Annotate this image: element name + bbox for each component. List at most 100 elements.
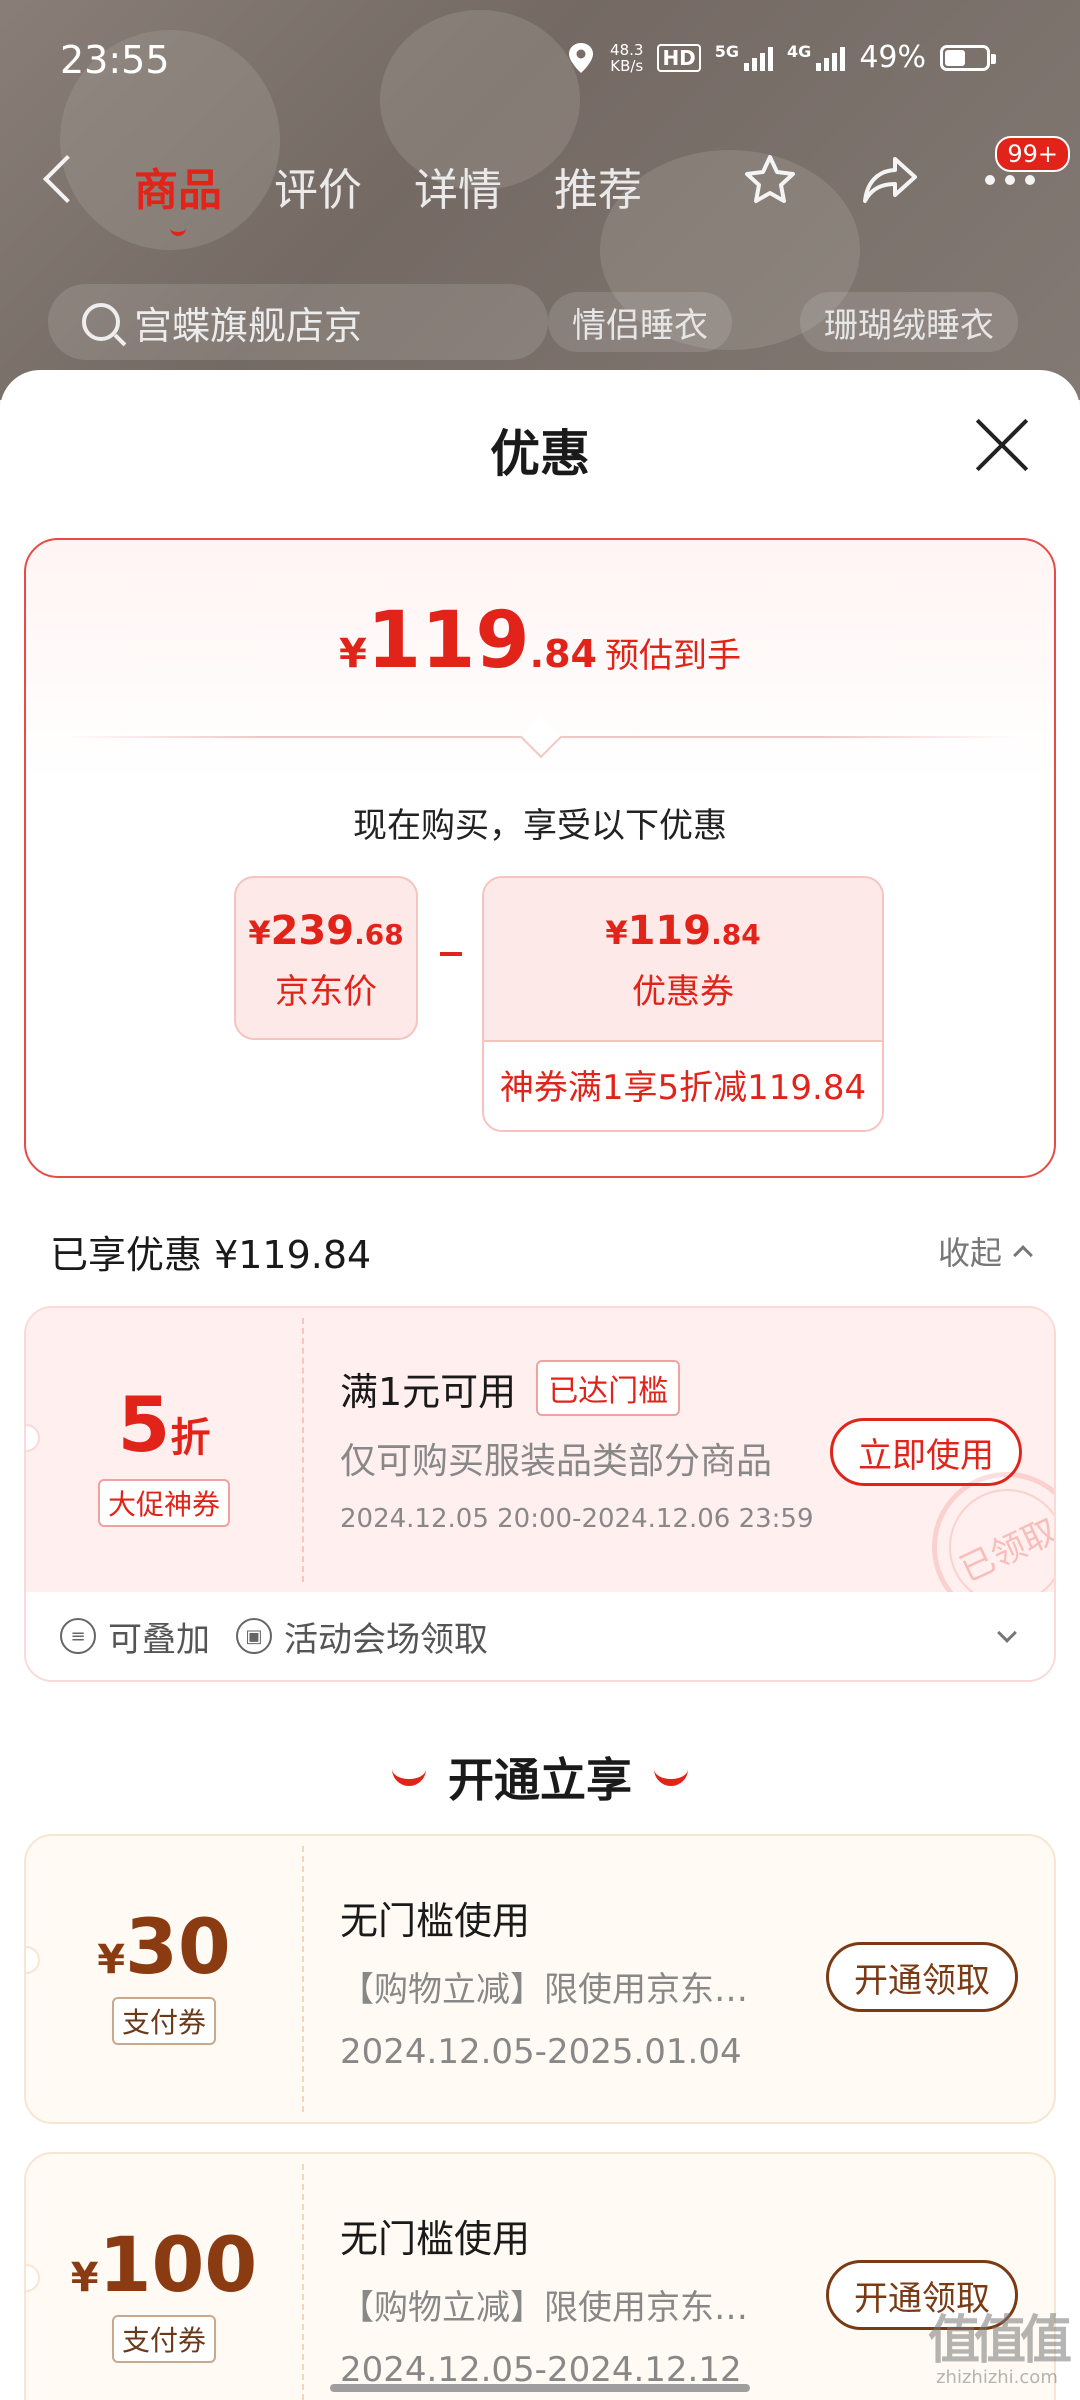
minus-sign: [440, 952, 462, 956]
section-heading: 开通立享: [0, 1744, 1080, 1810]
enjoyed-row: 已享优惠 ¥119.84 收起: [50, 1224, 1033, 1284]
signal-5g-icon: 5G: [714, 41, 774, 71]
tab-product[interactable]: 商品: [134, 154, 222, 236]
coupon-footer: ≡ 可叠加 ▣ 活动会场领取: [26, 1592, 1054, 1680]
signal-4g-label: 4G: [787, 41, 812, 61]
watermark: 值值值 zhizhizhi.com: [927, 2298, 1072, 2388]
stackable-info: ≡ 可叠加: [60, 1612, 210, 1661]
star-icon[interactable]: [740, 150, 800, 210]
stack-icon: ≡: [60, 1618, 96, 1654]
coupon-price: ¥119.84: [484, 878, 882, 954]
coupon-amount-yen: ¥: [97, 1937, 126, 1983]
search-chip[interactable]: 情侣睡衣: [548, 292, 732, 352]
coupon-price-detail: 神券满1享5折减119.84: [499, 1068, 867, 1108]
smile-left-icon: [392, 1768, 426, 1786]
coupon-type-tag: 支付券: [111, 1997, 216, 2045]
coupon-type-tag: 大促神券: [97, 1479, 230, 1527]
coupon-price-top: ¥119.84 优惠券: [484, 878, 882, 1042]
back-arrow-icon[interactable]: [42, 154, 92, 204]
coupon-amount: ¥100: [26, 2220, 302, 2309]
network-speed: 48.3 KB/s: [610, 42, 643, 74]
jd-price-int: 239: [270, 908, 355, 954]
threshold-badge: 已达门槛: [536, 1360, 681, 1416]
network-speed-unit: KB/s: [610, 56, 644, 75]
search-input[interactable]: 宫蝶旗舰店京: [48, 284, 548, 360]
jd-price: ¥239.68: [236, 878, 416, 954]
estimated-price: ¥119.84 预估到手: [26, 596, 1054, 686]
coupon-amount-value: 100: [98, 2220, 258, 2309]
close-icon[interactable]: [974, 416, 1030, 472]
venue-label: 活动会场领取: [284, 1619, 488, 1660]
coupon-validity: 2024.12.05-2025.01.04: [340, 2032, 742, 2072]
watermark-logo: 值值值: [927, 2311, 1072, 2371]
coupon-title: 满1元可用: [340, 1369, 517, 1414]
home-indicator[interactable]: [330, 2384, 750, 2392]
tab-recommend[interactable]: 推荐: [554, 154, 642, 218]
coupon-description: 仅可购买服装品类部分商品: [340, 1441, 773, 1482]
collapse-label: 收起: [937, 1234, 1002, 1272]
coupon-title-row: 满1元可用 已达门槛: [340, 1360, 681, 1416]
ticket-icon: ▣: [236, 1618, 272, 1654]
coupon-description: 【购物立减】限使用京东…: [340, 2288, 748, 2328]
coupon-title: 无门槛使用: [340, 2217, 531, 2261]
coupon-separator: [302, 2164, 304, 2400]
coupon-description: 【购物立减】限使用京东…: [340, 1970, 748, 2010]
tab-reviews[interactable]: 评价: [274, 154, 362, 218]
coupon-amount: ¥30: [26, 1902, 302, 1991]
product-tabs: 商品 评价 详情 推荐: [134, 154, 642, 236]
coupon-main: ¥30 支付券 无门槛使用 【购物立减】限使用京东… 2024.12.05-20…: [26, 1836, 1054, 2122]
search-chip[interactable]: 珊瑚绒睡衣: [800, 292, 1018, 352]
coupon-price-int: 119: [627, 908, 712, 954]
estimated-price-int: 119: [366, 596, 530, 686]
search-icon: [82, 303, 120, 341]
estimated-price-label: 预估到手: [605, 636, 741, 676]
estimated-price-yen: ¥: [339, 631, 367, 677]
coupon-right: 满1元可用 已达门槛 仅可购买服装品类部分商品 2024.12.05 20:00…: [340, 1308, 1054, 1647]
stackable-label: 可叠加: [108, 1619, 210, 1660]
tab-details[interactable]: 详情: [414, 154, 502, 218]
smile-right-icon: [654, 1768, 688, 1786]
jd-price-dec: .68: [354, 918, 404, 951]
coupon-separator: [302, 1318, 304, 1582]
status-time: 23:55: [60, 38, 170, 82]
share-icon[interactable]: [860, 150, 920, 210]
coupon-title: 无门槛使用: [340, 1899, 531, 1943]
network-speed-value: 48.3: [610, 40, 644, 59]
coupon-price-dec: .84: [711, 918, 761, 951]
watermark-url: zhizhizhi.com: [936, 2367, 1058, 2388]
chevron-up-icon: [1013, 1245, 1033, 1265]
battery-icon: [940, 44, 996, 71]
signal-5g-label: 5G: [714, 41, 740, 61]
notification-badge: 99+: [995, 136, 1070, 172]
location-icon: [569, 42, 594, 73]
top-nav: 商品 评价 详情 推荐 99+: [0, 136, 1080, 236]
jd-price-label: 京东价: [275, 972, 377, 1012]
coupon-main: 5折 大促神券 满1元可用 已达门槛 仅可购买服装品类部分商品 2024.12.…: [26, 1308, 1054, 1647]
coupon-card-payment: ¥100 支付券 无门槛使用 【购物立减】限使用京东… 2024.12.05-2…: [24, 2152, 1056, 2400]
coupon-main: ¥100 支付券 无门槛使用 【购物立减】限使用京东… 2024.12.05-2…: [26, 2154, 1054, 2400]
signal-4g-icon: 4G: [787, 41, 846, 71]
sheet-title: 优惠: [490, 425, 590, 483]
coupon-discount: 5折: [26, 1380, 302, 1469]
coupon-card-payment: ¥30 支付券 无门槛使用 【购物立减】限使用京东… 2024.12.05-20…: [24, 1834, 1056, 2124]
divider-notch: [519, 715, 563, 759]
coupon-left: ¥30 支付券: [26, 1836, 302, 2122]
collapse-button[interactable]: 收起: [937, 1228, 1033, 1274]
chevron-down-icon[interactable]: [997, 1623, 1017, 1643]
jd-price-card: ¥239.68 京东价: [234, 876, 418, 1040]
activate-claim-button[interactable]: 开通领取: [826, 1942, 1018, 2012]
coupon-discount-unit: 折: [170, 1415, 211, 1461]
enjoyed-discount: 已享优惠 ¥119.84: [50, 1233, 372, 1277]
battery-percent: 49%: [859, 40, 926, 75]
now-buy-text: 现在购买，享受以下优惠: [353, 806, 727, 846]
search-text: 宫蝶旗舰店京: [134, 303, 363, 348]
coupon-left: ¥100 支付券: [26, 2154, 302, 2400]
coupon-right: 无门槛使用 【购物立减】限使用京东… 2024.12.05-2025.01.04…: [340, 1836, 1054, 2122]
hd-icon: HD: [657, 43, 701, 72]
coupon-discount-number: 5: [117, 1380, 171, 1469]
coupon-card-discount: 5折 大促神券 满1元可用 已达门槛 仅可购买服装品类部分商品 2024.12.…: [24, 1306, 1056, 1682]
coupon-price-card: ¥119.84 优惠券 神券满1享5折减119.84: [482, 876, 884, 1132]
discount-sheet: 优惠 ¥119.84 预估到手 现在购买，享受以下优惠 ¥239.68 京东价 ¥…: [0, 370, 1080, 2400]
coupon-price-label: 优惠券: [632, 972, 734, 1012]
coupon-price-yen: ¥: [605, 914, 628, 952]
